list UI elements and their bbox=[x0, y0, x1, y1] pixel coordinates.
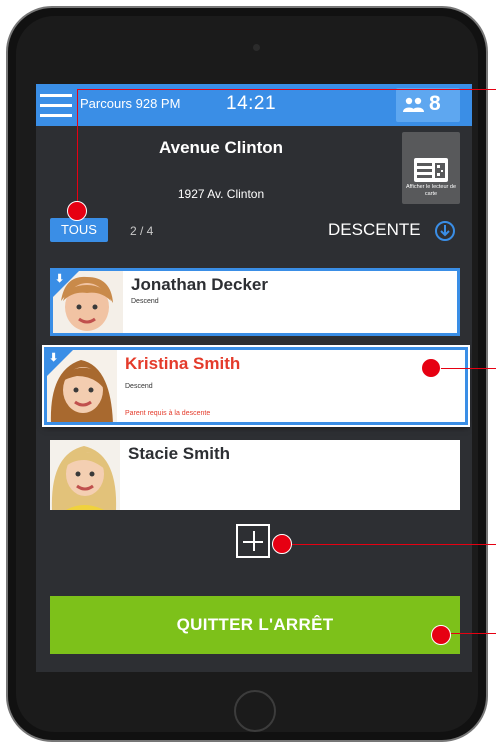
clock: 14:21 bbox=[226, 93, 277, 114]
arrow-down-circle-icon[interactable] bbox=[434, 220, 456, 242]
home-button[interactable] bbox=[234, 690, 276, 732]
users-icon bbox=[403, 97, 424, 112]
top-bar: Parcours 928 PM 14:21 8 bbox=[36, 84, 472, 126]
rider-row[interactable]: Stacie Smith bbox=[50, 440, 460, 510]
card-reader-label: Afficher le lecteur de carte bbox=[405, 184, 457, 197]
callout-line bbox=[440, 368, 496, 369]
rider-count-badge[interactable]: 8 bbox=[396, 88, 460, 122]
app-screen: Parcours 928 PM 14:21 8 Avenue Clinton 1… bbox=[36, 84, 472, 672]
callout-line bbox=[290, 544, 496, 545]
add-rider-button[interactable] bbox=[236, 524, 270, 558]
rider-row[interactable]: ⬇ Jonathan Decker Descend bbox=[50, 268, 460, 336]
callout-marker bbox=[67, 201, 87, 221]
card-reader-button[interactable]: Afficher le lecteur de carte bbox=[402, 132, 460, 204]
filter-all-button[interactable]: TOUS bbox=[50, 218, 108, 242]
arrow-down-icon: ⬇ bbox=[55, 273, 65, 285]
stop-address: 1927 Av. Clinton bbox=[177, 187, 265, 201]
stop-name: Avenue Clinton bbox=[158, 138, 284, 157]
rider-photo bbox=[50, 440, 120, 510]
card-reader-icon bbox=[414, 158, 448, 182]
rider-name: Jonathan Decker bbox=[131, 275, 268, 294]
rider-name: Kristina Smith bbox=[125, 354, 241, 373]
callout-line bbox=[77, 89, 78, 207]
direction-label[interactable]: DESCENTE bbox=[328, 220, 421, 240]
rider-count: 8 bbox=[429, 92, 441, 115]
leave-stop-button[interactable]: QUITTER L'ARRÊT bbox=[50, 596, 460, 654]
rider-row-selected[interactable]: ⬇ Kristina Smith Descend Parent requis à… bbox=[44, 347, 468, 425]
rider-status: Descend bbox=[125, 383, 153, 390]
arrow-down-icon: ⬇ bbox=[49, 352, 59, 364]
rider-status: Descend bbox=[131, 298, 159, 305]
rider-warning: Parent requis à la descente bbox=[125, 410, 211, 417]
callout-marker bbox=[272, 534, 292, 554]
callout-marker bbox=[421, 358, 441, 378]
callout-line bbox=[449, 633, 496, 634]
callout-marker bbox=[431, 625, 451, 645]
pager: 2 / 4 bbox=[130, 224, 154, 238]
camera-lens bbox=[253, 44, 260, 51]
callout-line bbox=[77, 89, 496, 90]
hamburger-menu-icon[interactable] bbox=[38, 90, 74, 120]
route-label: Parcours 928 PM bbox=[80, 96, 181, 111]
rider-name: Stacie Smith bbox=[128, 444, 231, 463]
